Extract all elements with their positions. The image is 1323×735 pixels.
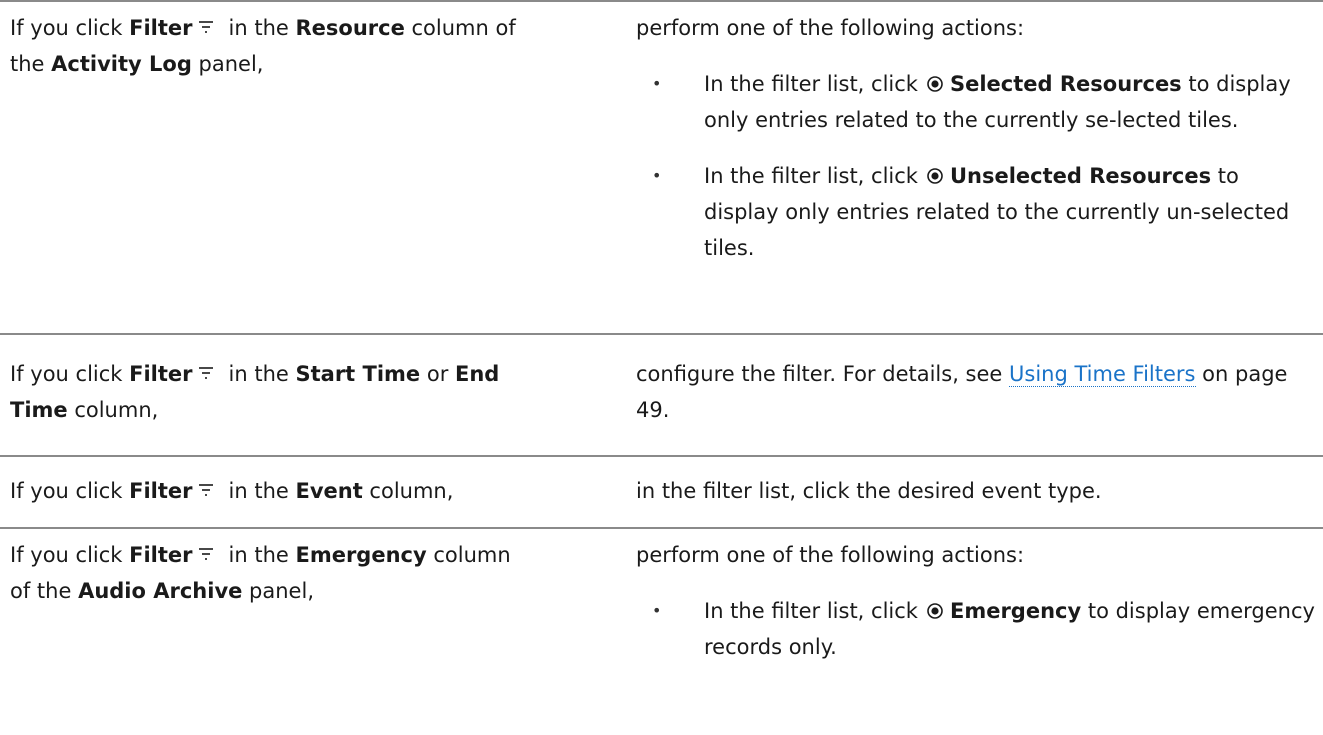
filter-label: Filter bbox=[129, 16, 193, 40]
action-list: In the filter list, clickEmergency to di… bbox=[636, 593, 1316, 665]
action-cell: perform one of the following actions: In… bbox=[636, 537, 1316, 665]
filter-label: Filter bbox=[129, 362, 193, 386]
condition-cell: If you click Filter in the Start Time or … bbox=[10, 356, 610, 428]
condition-cell: If you click Filter in the Resource colum… bbox=[10, 10, 610, 82]
filter-icon bbox=[197, 11, 215, 33]
condition-cell: If you click Filter in the Event column, bbox=[10, 473, 610, 509]
condition-cell: If you click Filter in the Emergency colu… bbox=[10, 537, 610, 609]
list-item: In the filter list, clickEmergency to di… bbox=[636, 593, 1316, 665]
action-list: In the filter list, clickSelected Resour… bbox=[636, 66, 1316, 266]
action-cell: in the filter list, click the desired ev… bbox=[636, 479, 1102, 503]
list-item: In the filter list, clickUnselected Reso… bbox=[636, 158, 1316, 266]
filter-icon bbox=[197, 474, 215, 496]
action-cell: perform one of the following actions: In… bbox=[636, 10, 1316, 266]
table-row: If you click Filter in the Event column, … bbox=[0, 455, 1323, 527]
table-row: If you click Filter in the Resource colum… bbox=[0, 0, 1323, 333]
table-row: If you click Filter in the Emergency colu… bbox=[0, 527, 1323, 733]
using-time-filters-link[interactable]: Using Time Filters bbox=[1009, 362, 1196, 387]
filter-icon bbox=[197, 357, 215, 379]
radio-selected-icon bbox=[926, 68, 944, 92]
table-row: If you click Filter in the Start Time or … bbox=[0, 333, 1323, 455]
filter-actions-table: If you click Filter in the Resource colum… bbox=[0, 0, 1323, 733]
filter-label: Filter bbox=[129, 479, 193, 503]
action-cell: configure the filter. For details, see U… bbox=[636, 362, 1288, 422]
radio-selected-icon bbox=[926, 160, 944, 184]
action-intro: perform one of the following actions: bbox=[636, 543, 1025, 567]
filter-icon bbox=[197, 538, 215, 560]
list-item: In the filter list, clickSelected Resour… bbox=[636, 66, 1316, 138]
action-intro: perform one of the following actions: bbox=[636, 16, 1025, 40]
radio-selected-icon bbox=[926, 595, 944, 619]
filter-label: Filter bbox=[129, 543, 193, 567]
